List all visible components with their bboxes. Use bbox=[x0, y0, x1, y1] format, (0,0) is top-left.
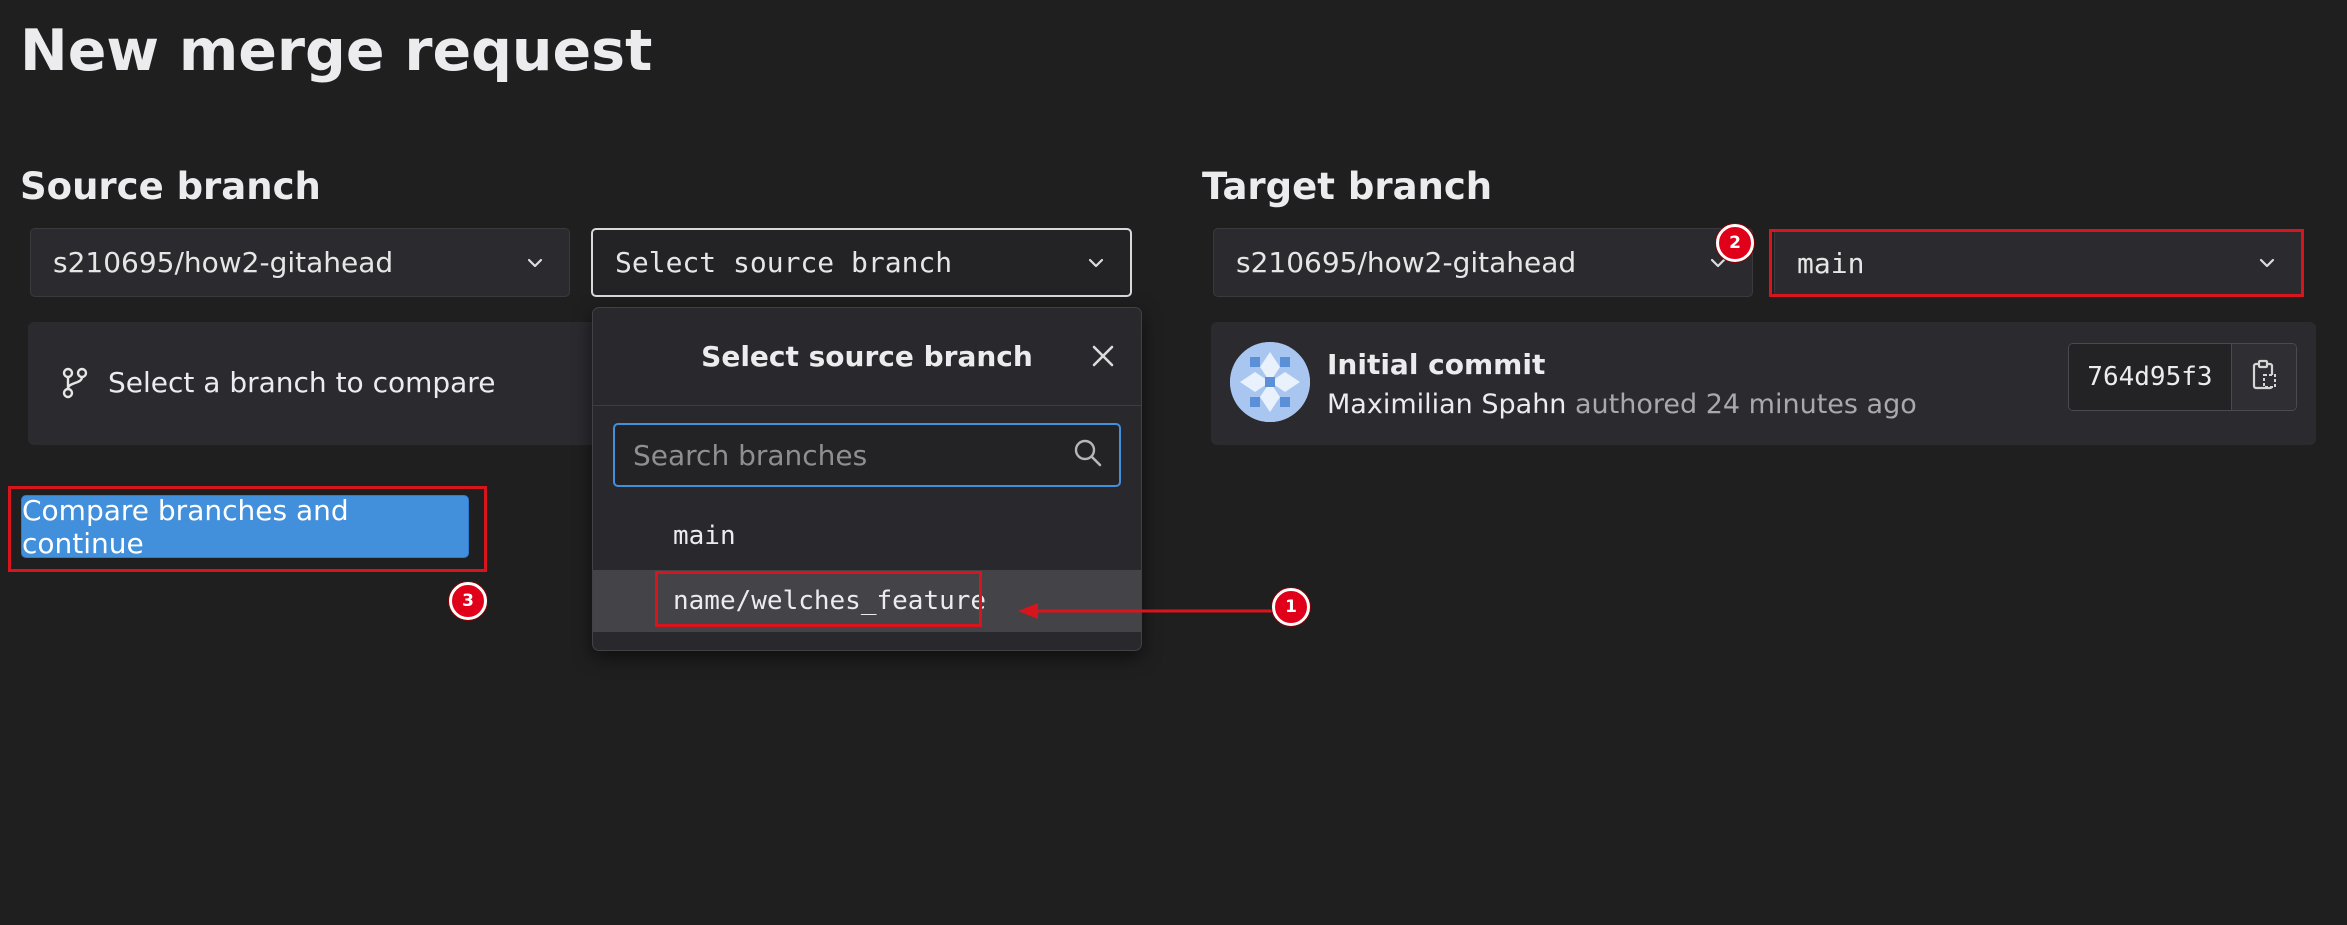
step-badge-1: 1 bbox=[1272, 588, 1310, 626]
close-icon[interactable] bbox=[1089, 342, 1117, 370]
highlight-target-branch bbox=[1769, 229, 2304, 297]
compare-hint-panel: Select a branch to compare bbox=[28, 322, 598, 445]
copy-sha-button[interactable] bbox=[2230, 344, 2296, 410]
branch-search-box bbox=[613, 423, 1121, 487]
source-project-dropdown[interactable]: s210695/how2-gitahead bbox=[30, 228, 570, 297]
target-commit-panel: Initial commit Maximilian Spahn authored… bbox=[1211, 322, 2316, 445]
step-badge-3: 3 bbox=[449, 582, 487, 620]
source-branch-heading: Source branch bbox=[20, 165, 321, 208]
commit-sha[interactable]: 764d95f3 bbox=[2069, 344, 2231, 410]
commit-authored-time: authored 24 minutes ago bbox=[1575, 389, 1917, 420]
source-project-label: s210695/how2-gitahead bbox=[53, 246, 394, 279]
highlight-welches-feature bbox=[655, 571, 982, 627]
target-project-label: s210695/how2-gitahead bbox=[1236, 246, 1577, 279]
search-icon[interactable] bbox=[1073, 438, 1103, 472]
commit-author[interactable]: Maximilian Spahn bbox=[1327, 389, 1566, 420]
git-branch-icon bbox=[60, 366, 90, 400]
commit-title[interactable]: Initial commit bbox=[1327, 348, 1545, 381]
source-branch-select-label: Select source branch bbox=[615, 246, 953, 279]
target-project-dropdown[interactable]: s210695/how2-gitahead bbox=[1213, 228, 1753, 297]
commit-sha-group: 764d95f3 bbox=[2068, 343, 2297, 411]
compare-branches-button[interactable]: Compare branches and continue bbox=[21, 494, 469, 560]
page-title: New merge request bbox=[20, 18, 653, 84]
clipboard-icon bbox=[2250, 359, 2278, 395]
step-badge-2: 2 bbox=[1716, 224, 1754, 262]
commit-meta: Maximilian Spahn authored 24 minutes ago bbox=[1327, 389, 1917, 420]
branch-item-main[interactable]: main bbox=[593, 505, 1141, 567]
chevron-down-icon bbox=[1084, 251, 1108, 275]
avatar bbox=[1230, 342, 1310, 422]
annotation-arrow bbox=[1018, 603, 1272, 619]
popover-header: Select source branch bbox=[593, 308, 1141, 406]
source-branch-dropdown[interactable]: Select source branch bbox=[591, 228, 1132, 297]
target-branch-heading: Target branch bbox=[1202, 165, 1493, 208]
branch-search-input[interactable] bbox=[631, 437, 1073, 473]
chevron-down-icon bbox=[523, 251, 547, 275]
compare-hint-text: Select a branch to compare bbox=[108, 366, 496, 399]
